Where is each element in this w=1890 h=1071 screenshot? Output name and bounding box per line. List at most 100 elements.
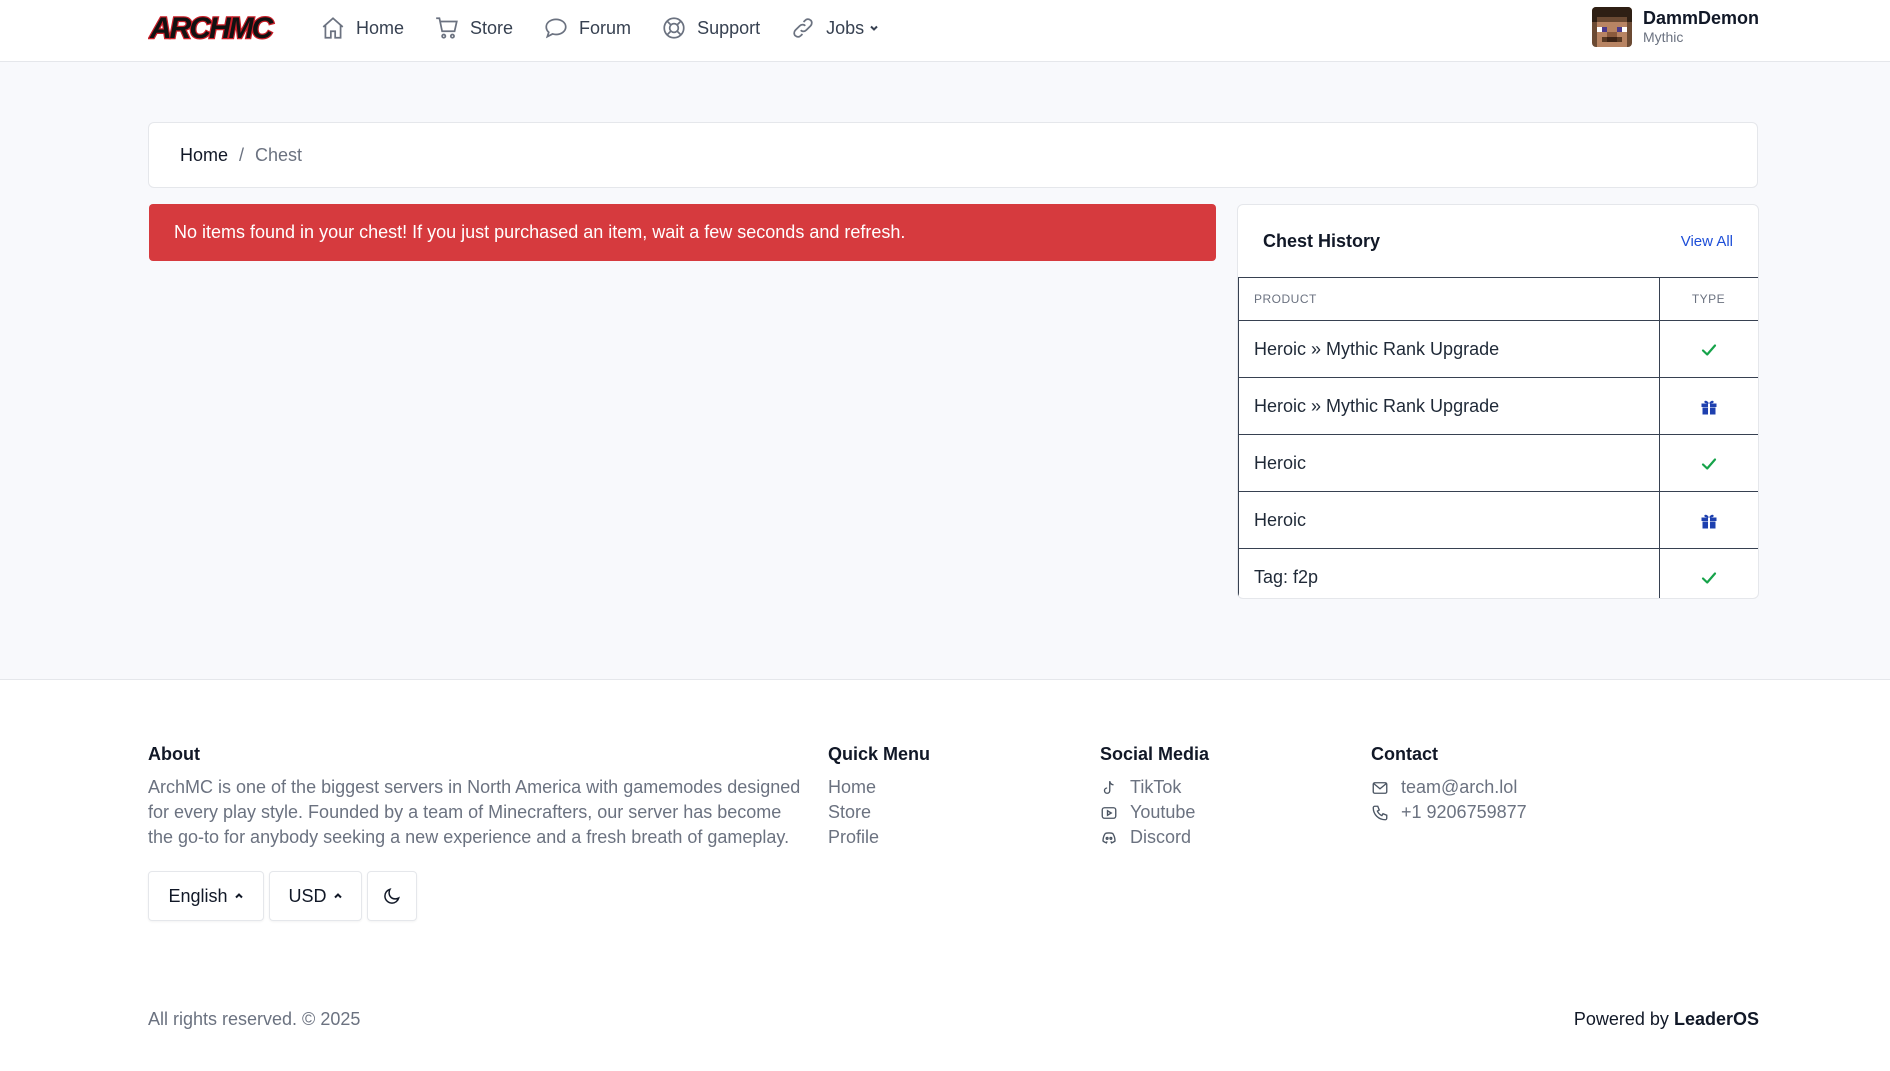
- moon-icon: [384, 888, 400, 904]
- footer-link-youtube[interactable]: Youtube: [1100, 800, 1209, 825]
- gift-icon: [1701, 400, 1716, 415]
- contact-phone: +1 9206759877: [1401, 802, 1527, 822]
- phone-icon: [1372, 805, 1388, 820]
- youtube-label: Youtube: [1130, 802, 1196, 822]
- footer-about-title: About: [148, 744, 200, 764]
- row-type: [1659, 434, 1758, 492]
- gift-icon: [1701, 514, 1716, 529]
- row-product: Tag: f2p: [1238, 548, 1660, 598]
- row-product: Heroic: [1238, 491, 1660, 549]
- footer-about: About ArchMC is one of the biggest serve…: [148, 744, 808, 850]
- link-icon: [793, 18, 813, 38]
- footer-contact: Contact team@arch.lol +1 9206759877: [1371, 744, 1527, 825]
- tiktok-icon: [1103, 780, 1114, 794]
- discord-label: Discord: [1130, 827, 1192, 847]
- logo-text: ARCHMC: [149, 12, 275, 45]
- row-type: [1659, 377, 1758, 435]
- table-row: Heroic: [1238, 491, 1758, 549]
- nav-jobs-label: Jobs: [826, 17, 865, 38]
- powered-by: Powered by LeaderOS: [1574, 1009, 1759, 1030]
- row-type: [1659, 491, 1758, 549]
- footer-contact-title: Contact: [1371, 744, 1438, 764]
- user-name: DammDemon: [1642, 8, 1759, 28]
- check-icon: [1701, 344, 1716, 356]
- table-row: Heroic » Mythic Rank Upgrade: [1238, 320, 1758, 378]
- row-type: [1659, 320, 1758, 378]
- nav-home[interactable]: Home: [320, 15, 404, 41]
- chest-history-title: Chest History: [1263, 230, 1381, 251]
- column-product: PRODUCT: [1238, 277, 1660, 321]
- row-product: Heroic » Mythic Rank Upgrade: [1238, 377, 1660, 435]
- chest-history-header: Chest History View All: [1238, 205, 1758, 277]
- chevron-up-icon: [234, 893, 243, 899]
- check-icon: [1701, 458, 1716, 470]
- top-navbar: ARCHMC Home Store Forum Support Jobs Dam…: [0, 0, 1890, 62]
- tiktok-label: TikTok: [1130, 777, 1182, 797]
- footer-email-link[interactable]: team@arch.lol: [1371, 775, 1527, 800]
- table-header-row: PRODUCT TYPE: [1238, 277, 1758, 321]
- avatar: [1591, 7, 1632, 47]
- contact-email: team@arch.lol: [1401, 777, 1518, 797]
- table-row: Heroic: [1238, 434, 1758, 492]
- discord-icon: [1102, 831, 1116, 844]
- currency-label: USD: [288, 885, 327, 906]
- chevron-up-icon: [333, 893, 342, 899]
- table-row: Heroic » Mythic Rank Upgrade: [1238, 377, 1758, 435]
- breadcrumb-separator: /: [239, 144, 245, 165]
- footer-social-title: Social Media: [1100, 744, 1210, 764]
- nav-forum-label: Forum: [579, 17, 632, 38]
- footer-link-home[interactable]: Home: [828, 775, 930, 800]
- home-icon: [322, 17, 344, 39]
- breadcrumb-current: Chest: [255, 144, 303, 165]
- nav-home-label: Home: [356, 17, 405, 38]
- row-product: Heroic » Mythic Rank Upgrade: [1238, 320, 1660, 378]
- footer-link-discord[interactable]: Discord: [1100, 825, 1209, 850]
- cart-icon: [436, 17, 458, 39]
- alert-message: No items found in your chest! If you jus…: [174, 222, 906, 242]
- archmc-logo[interactable]: ARCHMC: [148, 11, 288, 45]
- chevron-down-icon: [870, 25, 878, 31]
- footer-controls: English USD: [148, 871, 422, 921]
- check-icon: [1701, 572, 1716, 584]
- footer-quick-menu: Quick Menu Home Store Profile: [828, 744, 930, 850]
- theme-toggle-button[interactable]: [367, 871, 417, 921]
- nav-store[interactable]: Store: [434, 15, 513, 41]
- footer-phone-link[interactable]: +1 9206759877: [1371, 800, 1527, 825]
- chest-history-card: Chest History View All PRODUCT TYPE Hero…: [1237, 204, 1759, 599]
- lifebuoy-icon: [663, 17, 685, 39]
- footer-link-store[interactable]: Store: [828, 800, 930, 825]
- chat-bubble-icon: [545, 18, 567, 39]
- nav-support[interactable]: Support: [661, 15, 760, 41]
- leaderos-link[interactable]: LeaderOS: [1674, 1009, 1759, 1029]
- row-product: Heroic: [1238, 434, 1660, 492]
- footer-link-profile[interactable]: Profile: [828, 825, 930, 850]
- language-selector[interactable]: English: [148, 871, 264, 921]
- powered-brand: LeaderOS: [1673, 1009, 1759, 1029]
- footer-link-tiktok[interactable]: TikTok: [1100, 775, 1209, 800]
- currency-selector[interactable]: USD: [269, 871, 362, 921]
- nav-forum[interactable]: Forum: [543, 15, 631, 41]
- nav-store-label: Store: [470, 17, 514, 38]
- column-type: TYPE: [1659, 277, 1758, 321]
- footer-about-text: ArchMC is one of the biggest servers in …: [148, 777, 801, 847]
- breadcrumb-home-link[interactable]: Home: [180, 145, 228, 166]
- table-row: Tag: f2p: [1238, 548, 1758, 598]
- main-nav: Home Store Forum Support Jobs: [320, 0, 910, 56]
- nav-jobs[interactable]: Jobs: [790, 15, 880, 41]
- chest-history-table: PRODUCT TYPE Heroic » Mythic Rank Upgrad…: [1238, 277, 1758, 598]
- envelope-icon: [1372, 781, 1388, 794]
- user-rank: Mythic: [1642, 29, 1684, 45]
- language-label: English: [168, 885, 228, 906]
- youtube-icon: [1101, 806, 1117, 819]
- footer-quick-menu-title: Quick Menu: [828, 744, 931, 764]
- row-type: [1659, 548, 1758, 598]
- breadcrumb: Home / Chest: [148, 122, 1758, 188]
- view-all-link[interactable]: View All: [1681, 233, 1733, 250]
- footer-social-media: Social Media TikTok Youtube Discord: [1100, 744, 1209, 850]
- footer: About ArchMC is one of the biggest serve…: [0, 679, 1890, 1071]
- empty-chest-alert: No items found in your chest! If you jus…: [149, 204, 1216, 261]
- nav-support-label: Support: [697, 17, 761, 38]
- user-info: DammDemon Mythic: [1643, 8, 1759, 46]
- powered-prefix: Powered by: [1573, 1009, 1669, 1029]
- user-menu[interactable]: DammDemon Mythic: [1591, 7, 1759, 47]
